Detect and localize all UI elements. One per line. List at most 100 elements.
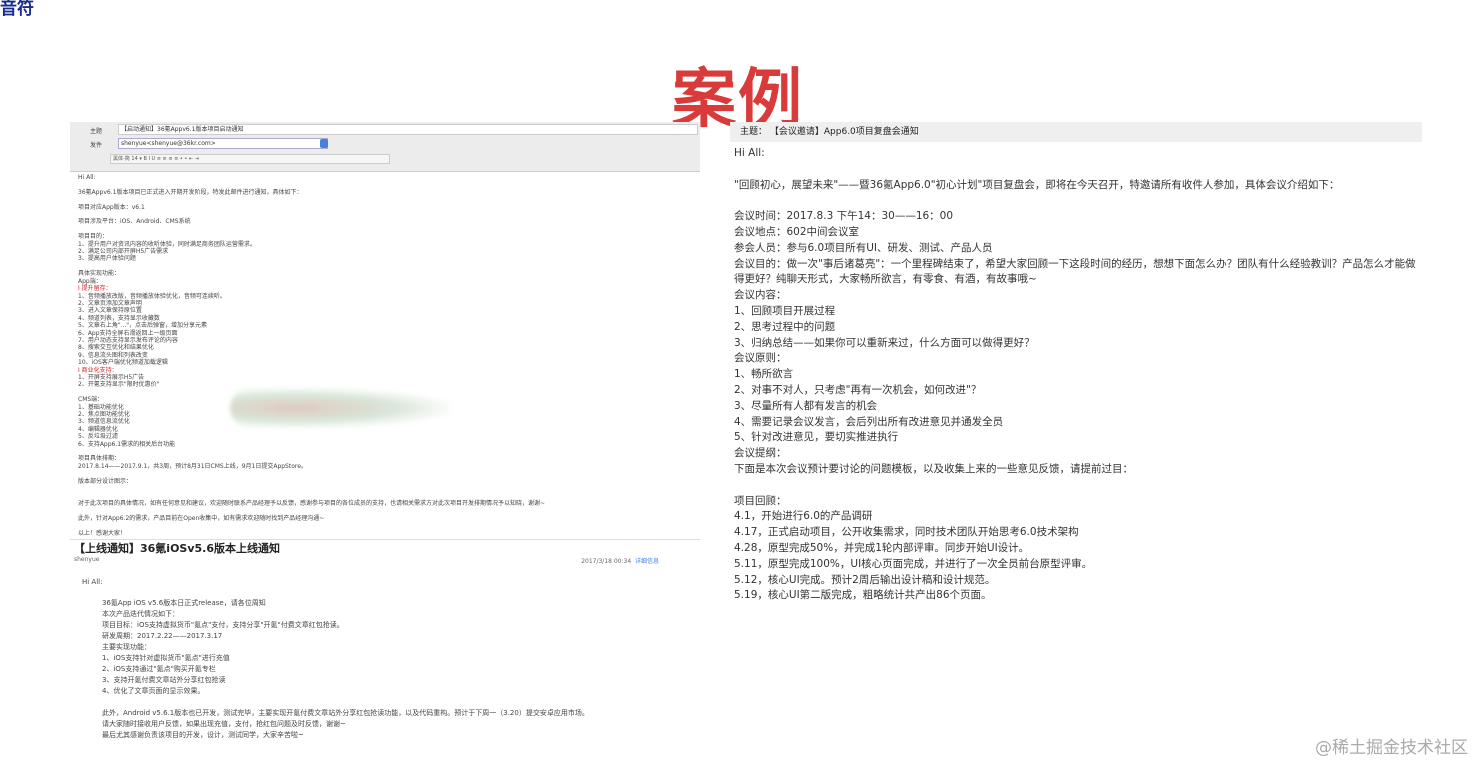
compose-header: 主题 【启动通知】36氪Appv6.1版本项目启动通知 发件 shenyue<s… (70, 122, 700, 172)
email2-line: 36氪App iOS v5.6版本日正式release，请各位周知 (102, 598, 266, 607)
email2-date: 2017/3/18 00:34 (581, 557, 632, 565)
email2-sender: shenyue (74, 555, 100, 563)
from-select[interactable]: shenyue<shenyue@36kr.com> (118, 138, 328, 149)
email1-line: 6、支持App6.1需求的相关后台功能 (78, 440, 176, 448)
email1-line (78, 181, 700, 188)
meeting-line: 4、需要记录会议发言，会后列出所有改进意见并通发全员 (734, 415, 1004, 428)
email1-line: Hi All: (78, 174, 96, 181)
meeting-line: 5.12，核心UI完成。预计2周后输出设计稿和设计规范。 (734, 573, 996, 586)
meeting-line: 2、思考过程中的问题 (734, 320, 836, 333)
email1-line (78, 492, 700, 499)
meeting-line: "回顾初心，展望未来"——暨36氪App6.0"初心计划"项目复盘会，即将在今天… (734, 178, 1340, 191)
email1-line: 1、音频播放改版，音频播放体验优化，音频可连续听。 (78, 292, 226, 300)
subject-field[interactable]: 【启动通知】36氪Appv6.1版本项目启动通知 (118, 124, 698, 135)
email1-line (78, 196, 700, 203)
email2-greeting: Hi All: (82, 577, 103, 586)
email2-line: 最后尤其感谢负责该项目的开发，设计，测试同学，大家辛苦啦~ (102, 730, 304, 739)
email1-body: Hi All: 36氪Appv6.1版本项目已正式进入开期开发阶段，特发此邮件进… (70, 174, 700, 537)
meeting-line: 5、针对改进意见，要切实推进执行 (734, 431, 899, 444)
email1-line: 版本部分设计图示： (78, 477, 133, 485)
email1-line: 8、搜索交互优化和结果优化 (78, 344, 154, 352)
email1-line (78, 470, 700, 477)
meeting-subject-label: 主题： (740, 127, 768, 137)
meeting-line: 3、尽量所有人都有发言的机会 (734, 399, 878, 412)
meeting-line: 3、归纳总结——如果你可以重新来过，什么方面可以做得更好？ (734, 336, 1035, 349)
email2-meta: shenyue 2017/3/18 00:34 详细信息 (74, 556, 659, 565)
email2-line: 此外，Android v5.6.1版本也已开发，测试完毕，主要实现开氪付费文章站… (102, 708, 589, 717)
details-link[interactable]: 详细信息 (635, 558, 659, 565)
email1-line (78, 507, 700, 514)
email1-line: I 提升留存： (78, 285, 112, 293)
meeting-line: 2、对事不对人，只考虑"再有一次机会，如何改进"？ (734, 383, 982, 396)
email2-line: 4、优化了文章页面的显示效果。 (102, 686, 205, 695)
meeting-line: 4.1，开始进行6.0的产品调研 (734, 510, 873, 523)
email1-line: 对于此次项目的具体情况，如有任何意见和建议，欢迎随时联系产品经理予以反馈，感谢参… (78, 499, 546, 507)
meeting-line: 4.28，原型完成50%，并完成1轮内部评审。同步开始UI设计。 (734, 541, 1030, 554)
email1-line: 项目目的： (78, 233, 109, 241)
email1-line: 3、提高用户体验问题 (78, 255, 136, 263)
email1-line (78, 485, 700, 492)
email1-line: 具体实现功能： (78, 270, 121, 278)
meeting-line: 项目回顾： (734, 494, 787, 507)
email1-line: 4、频道列表，支持显示收藏数 (78, 314, 160, 322)
email1-line (78, 263, 700, 270)
email1-line: 10、iOS客户端优化频道加载逻辑 (78, 359, 168, 367)
email1-line: 2、文章页添加文章声明 (78, 299, 142, 307)
email1-line: 项目涉及平台：iOS、Android、CMS系统 (78, 218, 191, 226)
email2-line: 3、支持开氪付费文章站外分享红包抢读 (102, 675, 226, 684)
meeting-line: 会议原则： (734, 352, 787, 365)
email2-body: 36氪App iOS v5.6版本日正式release，请各位周知 本次产品迭代情… (102, 598, 700, 741)
chevron-down-icon[interactable] (320, 139, 328, 148)
email1-line: 此外，针对App6.2的需求，产品目前在Open收集中，如有需求欢迎随时找到产品… (78, 514, 325, 522)
email1-line: App端： (78, 277, 102, 285)
meeting-line: 会议内容： (734, 289, 787, 302)
right-email-screenshot: 主题： 【会议邀请】App6.0项目复盘会通知 Hi All: "回顾初心，展望… (730, 122, 1422, 600)
email2-line: 1、iOS支持针对虚拟货币"氪点"进行充值 (102, 653, 230, 662)
email1-line: 6、App支持全屏右滑返回上一级页面 (78, 329, 178, 337)
email1-line (78, 448, 700, 455)
email2-line: 2、iOS支持通过"氪点"购买开氪专栏 (102, 664, 216, 673)
email1-line: 5、反垃圾过滤 (78, 433, 118, 441)
email2-line: 研发周期：2017.2.22——2017.3.17 (102, 631, 223, 640)
email2-line: 本次产品迭代情况如下： (102, 609, 179, 618)
email1-line: 1、提升用户对资讯内容的收听体验，同时满足商务团队运营需求。 (78, 240, 256, 248)
subject-label: 主题 (90, 128, 103, 135)
email1-line: I 商业化支持： (78, 366, 118, 374)
email1-line: 5、文章右上角"..."，点击后弹窗，增加分享元素 (78, 322, 208, 330)
meeting-subject-bar: 主题： 【会议邀请】App6.0项目复盘会通知 (730, 122, 1422, 142)
email1-line: 以上！感谢大家！ (78, 529, 127, 537)
meeting-body: Hi All: "回顾初心，展望未来"——暨36氪App6.0"初心计划"项目复… (730, 146, 1422, 600)
email2-heading: 【上线通知】36氪iOSv5.6版本上线通知 (74, 541, 281, 555)
meeting-line: 会议提纲： (734, 447, 787, 460)
email1-line: 1、开屏支持展示H5广告 (78, 373, 145, 381)
meeting-line: 4.17，正式启动项目，公开收集需求，同时技术团队开始思考6.0技术架构 (734, 526, 1079, 539)
meeting-line (734, 478, 1422, 494)
corner-label: 音符 (0, 0, 34, 19)
meeting-line: 下面是本次会议预计要讨论的问题模板，以及收集上来的一些意见反馈，请提前过目： (734, 462, 1133, 475)
email2-line: 请大家随时接收用户反馈，如果出现充值，支付，抢红包问题及时反馈，谢谢~ (102, 719, 346, 728)
email1-line: 项目具体排期： (78, 455, 121, 463)
meeting-line: 参会人员：参与6.0项目所有UI、研发、测试、产品人员 (734, 241, 993, 254)
email2-line: 项目目标：iOS支持虚拟货币"氪点"支付，支持分享"开氪"付费文章红包抢读。 (102, 620, 344, 629)
email1-line: 2017.8.14——2017.9.1，共3周，预计8月31日CMS上线，9月1… (78, 462, 307, 470)
meeting-line: 会议时间：2017.8.3 下午14：30——16：00 (734, 210, 954, 223)
meeting-line: 5.11，原型完成100%，UI核心页面完成，并进行了一次全员前台原型评审。 (734, 557, 1093, 570)
meeting-line: Hi All: (734, 147, 765, 159)
email2-line: 主要实现功能： (102, 642, 151, 651)
email1-line: 3、进入文章保持原位置 (78, 307, 142, 315)
meeting-line: 1、回顾项目开展过程 (734, 304, 836, 317)
left-email-screenshot: 主题 【启动通知】36氪Appv6.1版本项目启动通知 发件 shenyue<s… (70, 122, 700, 764)
meeting-line: 会议目的：做一次"事后诸葛亮"：一个里程碑结束了，希望大家回顾一下这段时间的经历… (734, 257, 1416, 270)
meeting-line: 得更好？纯聊天形式，大家畅所欲言，有零食、有酒，有故事哦~ (734, 273, 1037, 286)
meeting-line: 会议地点：602中间会议室 (734, 225, 860, 238)
watermark: @稀土掘金技术社区 (1315, 738, 1468, 758)
meeting-line: 5.19，核心UI第二版完成，粗略统计共产出86个页面。 (734, 589, 992, 600)
email1-line: 9、信息流头图和列表改变 (78, 351, 148, 359)
email1-line (78, 226, 700, 233)
email2: 【上线通知】36氪iOSv5.6版本上线通知 shenyue 2017/3/18… (70, 538, 700, 741)
format-toolbar[interactable]: 黑体-简 14 ▾ B I U ≡ ≡ ≡ ≡ • • ⇤ ⇥ (110, 154, 390, 164)
meeting-line (734, 162, 1422, 178)
email1-line: 2、满足公司内部开屏H5广告需求 (78, 248, 169, 256)
meeting-line (734, 193, 1422, 209)
blurred-design-image (230, 388, 450, 428)
